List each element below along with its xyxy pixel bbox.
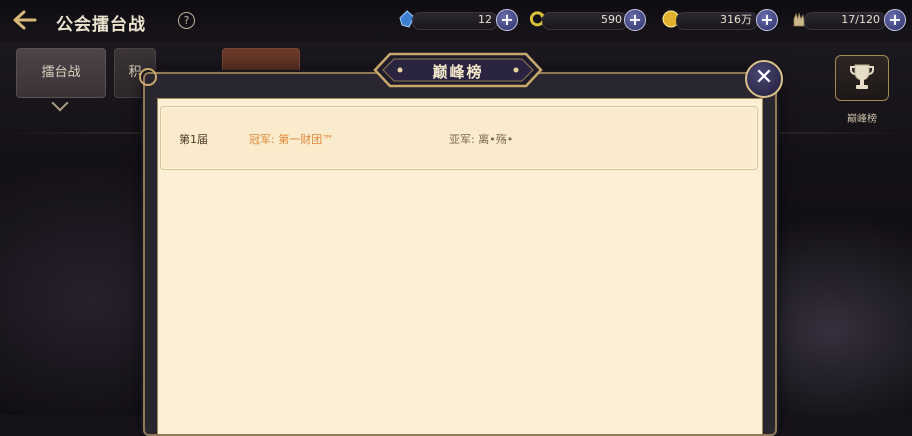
resource-value: 17/120 xyxy=(841,13,880,26)
resource-crystal: 12 + xyxy=(398,8,522,32)
tab-arena-battle[interactable]: 擂台战 xyxy=(16,48,106,98)
runner-up-label: 亚军: 离•殇• xyxy=(449,133,514,146)
trophy-icon xyxy=(850,64,874,89)
question-circle-icon[interactable]: ? xyxy=(178,12,195,29)
resource-gold: 316万 + xyxy=(662,8,782,32)
back-arrow-icon[interactable] xyxy=(12,9,38,31)
close-x-icon[interactable]: ✕ xyxy=(745,60,783,98)
resource-value: 590 xyxy=(601,13,622,26)
add-stamina-button[interactable]: + xyxy=(884,9,906,31)
ranking-row[interactable]: 第1届 冠军: 第一财团™ 亚军: 离•殇• xyxy=(160,106,758,170)
top-bar: 公会擂台战 ? 12 + 590 + 316万 + 17/120 + xyxy=(0,0,912,42)
resource-stamina: 17/120 + xyxy=(790,8,908,32)
corner-ornament xyxy=(139,68,157,86)
resource-value: 316万 xyxy=(720,13,752,26)
add-swirl-button[interactable]: + xyxy=(624,9,646,31)
season-label: 第1届 xyxy=(179,133,208,146)
peak-ranking-label: 巅峰榜 xyxy=(847,114,877,125)
peak-ranking-button[interactable] xyxy=(835,55,889,101)
modal-title: 巅峰榜 xyxy=(432,63,484,81)
add-gold-button[interactable]: + xyxy=(756,9,778,31)
resource-value: 12 xyxy=(478,13,492,26)
add-crystal-button[interactable]: + xyxy=(496,9,518,31)
champion-label: 冠军: 第一财团™ xyxy=(249,133,334,146)
resource-swirl: 590 + xyxy=(528,8,650,32)
page-title: 公会擂台战 xyxy=(56,15,146,35)
